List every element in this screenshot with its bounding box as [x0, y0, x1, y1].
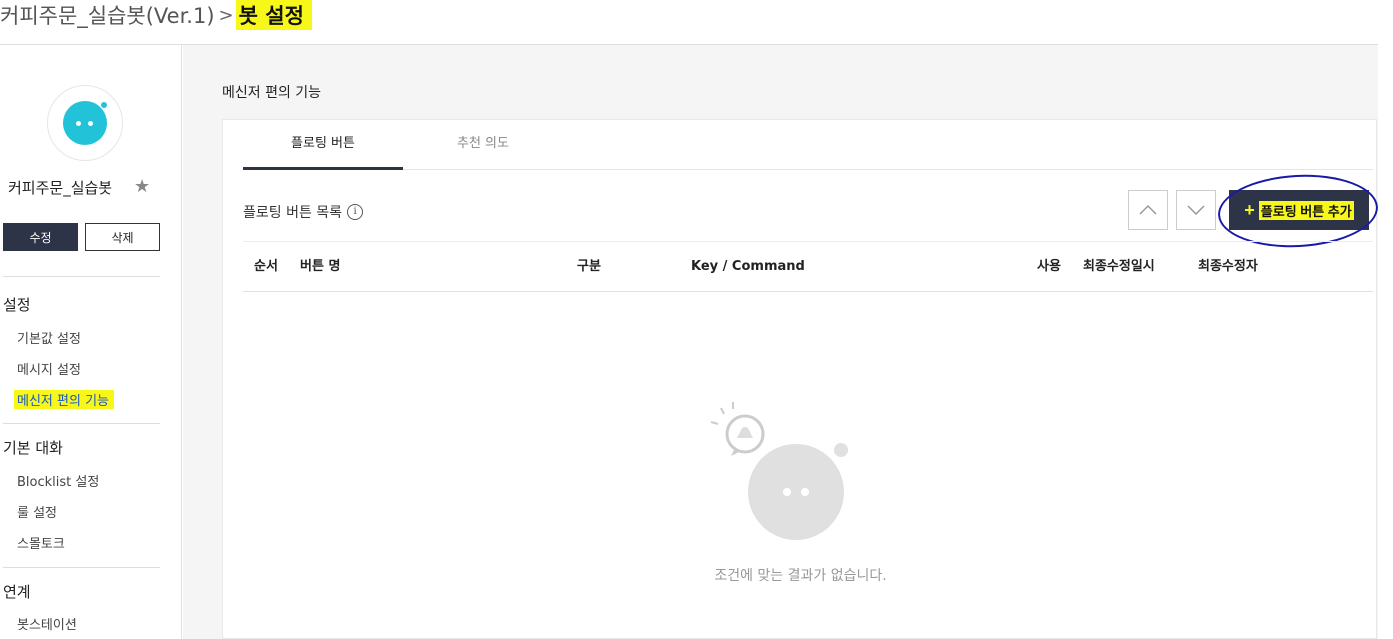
sidebar-section-settings: 설정: [3, 296, 31, 314]
column-header-button-name: 버튼 명: [300, 259, 341, 274]
sidebar: 커피주문_실습봇 ★ 수정 삭제 설정 기본값 설정 메시지 설정 메신저 편의…: [0, 45, 182, 639]
sidebar-item-blocklist[interactable]: Blocklist 설정: [17, 471, 99, 490]
table-header: 순서 버튼 명 구분 Key / Command 사용 최종수정일시 최종수정자: [243, 241, 1373, 292]
column-header-key-command: Key / Command: [691, 259, 805, 274]
sidebar-item-message-settings[interactable]: 메시지 설정: [17, 359, 81, 378]
breadcrumb: 커피주문_실습봇(Ver.1) > 봇 설정: [0, 0, 312, 30]
chevron-down-icon: [1187, 205, 1205, 216]
empty-message: 조건에 맞는 결과가 없습니다.: [714, 568, 887, 584]
move-down-button[interactable]: [1176, 190, 1216, 230]
breadcrumb-parent[interactable]: 커피주문_실습봇(Ver.1): [0, 0, 215, 30]
delete-button[interactable]: 삭제: [85, 223, 160, 251]
annotation-circle: [1216, 170, 1380, 252]
column-header-modified-date: 최종수정일시: [1083, 259, 1155, 274]
list-title-label: 플로팅 버튼 목록: [243, 205, 343, 221]
sidebar-item-smalltalk[interactable]: 스몰토크: [17, 533, 65, 552]
sidebar-divider: [3, 276, 160, 277]
column-header-type: 구분: [577, 259, 601, 274]
empty-state-icon: [710, 402, 848, 540]
tab-floating-button[interactable]: 플로팅 버튼: [243, 120, 403, 170]
bot-avatar: [47, 85, 123, 161]
move-up-button[interactable]: [1128, 190, 1168, 230]
main-content: 메신저 편의 기능 플로팅 버튼 추천 의도 플로팅 버튼 목록 i + 플로팅…: [183, 45, 1380, 639]
breadcrumb-separator: >: [218, 4, 234, 26]
column-header-order: 순서: [254, 259, 278, 274]
info-icon[interactable]: i: [347, 204, 364, 220]
sidebar-item-botstation[interactable]: 봇스테이션: [17, 614, 77, 633]
tab-recommended-intent[interactable]: 추천 의도: [403, 120, 563, 170]
sidebar-section-integration: 연계: [3, 583, 31, 601]
sidebar-divider: [3, 423, 160, 424]
sidebar-item-default-settings[interactable]: 기본값 설정: [17, 328, 81, 347]
page-title: 메신저 편의 기능: [222, 85, 322, 101]
edit-button[interactable]: 수정: [3, 223, 78, 251]
tab-bar: 플로팅 버튼 추천 의도: [243, 120, 1373, 170]
column-header-modified-by: 최종수정자: [1198, 259, 1258, 274]
content-card: 플로팅 버튼 추천 의도 플로팅 버튼 목록 i + 플로팅 버튼 추가 순서 …: [222, 119, 1380, 639]
sidebar-section-basic-dialog: 기본 대화: [3, 439, 63, 457]
star-icon[interactable]: ★: [134, 176, 150, 197]
list-title: 플로팅 버튼 목록 i: [243, 202, 364, 222]
sidebar-item-messenger-features[interactable]: 메신저 편의 기능: [14, 390, 114, 409]
breadcrumb-current: 봇 설정: [235, 0, 312, 30]
chevron-up-icon: [1139, 204, 1157, 215]
sidebar-item-rules[interactable]: 룰 설정: [17, 502, 57, 521]
column-header-use: 사용: [1037, 259, 1061, 274]
bot-name: 커피주문_실습봇: [8, 179, 113, 197]
sidebar-divider: [3, 567, 160, 568]
